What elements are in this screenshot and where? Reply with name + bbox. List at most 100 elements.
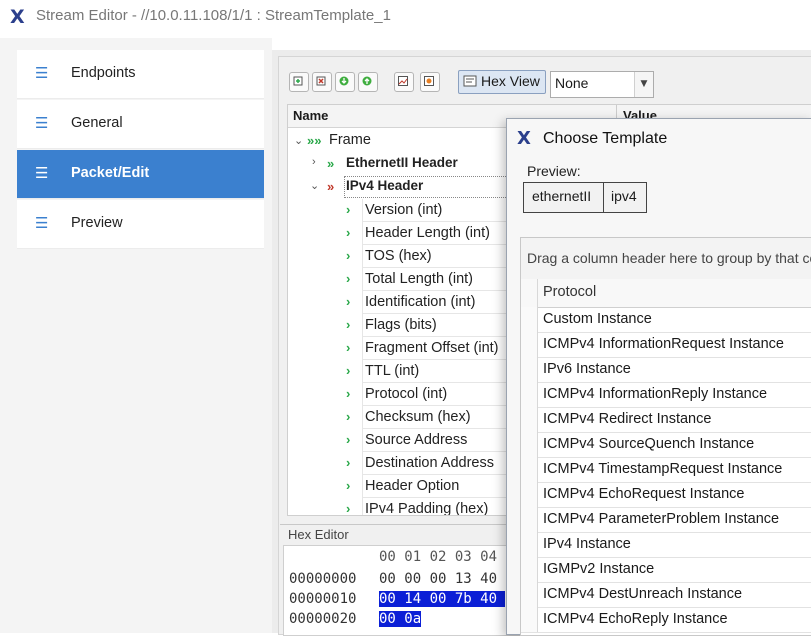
- template-row[interactable]: ICMPv4 EchoRequest Instance: [521, 482, 811, 508]
- move-up-icon[interactable]: [358, 72, 378, 92]
- field-arrow-icon: ›: [346, 271, 351, 286]
- column-protocol: Protocol: [543, 284, 597, 300]
- menu-lines-icon: ☰: [35, 164, 49, 182]
- template-row-label: ICMPv4 InformationRequest Instance: [543, 336, 784, 352]
- tree-row-label: Header Length (int): [365, 225, 490, 241]
- hex-bytes-selected[interactable]: 00 14 00 7b 40: [379, 591, 506, 607]
- app-logo-icon: X: [10, 6, 25, 28]
- template-row[interactable]: ICMPv4 InformationReply Instance: [521, 382, 811, 408]
- row-indicator: [521, 482, 538, 507]
- tree-row-label: Checksum (hex): [365, 409, 471, 425]
- tree-row-label: Total Length (int): [365, 271, 474, 287]
- tree-row-label: Version (int): [365, 202, 443, 218]
- column-name[interactable]: Name: [293, 108, 328, 123]
- template-row[interactable]: ICMPv4 Redirect Instance: [521, 407, 811, 433]
- delete-header-icon[interactable]: [312, 72, 332, 92]
- template-grid: Drag a column header here to group by th…: [520, 237, 811, 636]
- hex-view-toggle[interactable]: Hex View: [458, 70, 546, 94]
- template-row[interactable]: Custom Instance: [521, 307, 811, 333]
- row-indicator: [521, 432, 538, 457]
- row-indicator: [521, 332, 538, 357]
- chevron-right-icon[interactable]: ›: [312, 156, 316, 168]
- group-panel[interactable]: Drag a column header here to group by th…: [521, 238, 811, 280]
- preview-chip-label: ethernetII: [532, 188, 592, 204]
- row-indicator: [521, 382, 538, 407]
- tree-row-label: Identification (int): [365, 294, 476, 310]
- frame-arrow-icon: »»: [307, 133, 322, 148]
- template-filter-select[interactable]: None ▼: [550, 71, 654, 98]
- chevron-down-icon[interactable]: ▼: [634, 72, 653, 97]
- hex-offset: 00000000: [289, 571, 357, 587]
- chart-icon[interactable]: [394, 72, 414, 92]
- chevron-down-icon[interactable]: ⌄: [294, 134, 303, 147]
- field-arrow-icon: ›: [346, 478, 351, 493]
- settings-icon[interactable]: [420, 72, 440, 92]
- template-row-label: ICMPv4 ParameterProblem Instance: [543, 511, 780, 527]
- row-indicator: [521, 557, 538, 582]
- template-row[interactable]: ICMPv4 TimestampRequest Instance: [521, 457, 811, 483]
- tree-row-label: TOS (hex): [365, 248, 432, 264]
- template-row[interactable]: IGMPv2 Instance: [521, 557, 811, 583]
- tree-row-label: Destination Address: [365, 455, 494, 471]
- field-arrow-icon: ›: [346, 317, 351, 332]
- menu-lines-icon: ☰: [35, 64, 49, 82]
- row-indicator: [521, 357, 538, 382]
- template-row[interactable]: IPv4 Instance: [521, 532, 811, 558]
- tree-row-label: Frame: [329, 132, 371, 148]
- grid-column-header[interactable]: Protocol: [521, 279, 811, 308]
- template-row-label: ICMPv4 SourceQuench Instance: [543, 436, 755, 452]
- select-value: None: [555, 75, 589, 91]
- tree-row-label: IPv4 Padding (hex): [365, 501, 489, 516]
- tree-row-label: Flags (bits): [365, 317, 437, 333]
- template-row[interactable]: ICMPv4 InformationRequest Instance: [521, 332, 811, 358]
- template-row[interactable]: ICMPv4 DestUnreach Instance: [521, 582, 811, 608]
- sidebar-item-packet-edit[interactable]: ☰ Packet/Edit: [17, 150, 264, 199]
- hex-column-header: 00 01 02 03 04: [379, 549, 498, 565]
- template-row[interactable]: ICMPv4 ParameterProblem Instance: [521, 507, 811, 533]
- template-row[interactable]: IPv6 Instance: [521, 357, 811, 383]
- preview-chip: ethernetII: [523, 182, 605, 213]
- template-row-label: IPv4 Instance: [543, 536, 631, 552]
- row-indicator: [521, 532, 538, 557]
- preview-chip-label: ipv4: [611, 188, 637, 204]
- template-row[interactable]: ICMPv4 SourceQuench Instance: [521, 432, 811, 458]
- template-row[interactable]: ICMPv4 EchoReply Instance: [521, 607, 811, 633]
- choose-template-dialog: X Choose Template Preview: ethernetII ip…: [506, 118, 811, 636]
- move-down-icon[interactable]: [335, 72, 355, 92]
- sidebar-item-general[interactable]: ☰ General: [17, 100, 264, 149]
- hex-view-icon: [463, 75, 477, 87]
- field-arrow-icon: ›: [346, 501, 351, 516]
- tree-row-label: Fragment Offset (int): [365, 340, 499, 356]
- template-row-label: ICMPv4 Redirect Instance: [543, 411, 712, 427]
- field-arrow-icon: ›: [346, 386, 351, 401]
- sidebar-item-endpoints[interactable]: ☰ Endpoints: [17, 50, 264, 99]
- window-title: Stream Editor - //10.0.11.108/1/1 : Stre…: [36, 7, 391, 24]
- tree-row-label: EthernetII Header: [346, 155, 458, 170]
- field-arrow-icon: ›: [346, 340, 351, 355]
- hex-bytes[interactable]: 00 00 00 13 40: [379, 571, 497, 587]
- field-arrow-icon: ›: [346, 294, 351, 309]
- template-row-label: ICMPv4 InformationReply Instance: [543, 386, 768, 402]
- tree-row-label: TTL (int): [365, 363, 420, 379]
- app-logo-icon: X: [517, 128, 531, 149]
- template-row-label: ICMPv4 DestUnreach Instance: [543, 586, 743, 602]
- sidebar-item-preview[interactable]: ☰ Preview: [17, 200, 264, 249]
- hex-view-label: Hex View: [481, 73, 540, 89]
- field-arrow-icon: ›: [346, 248, 351, 263]
- menu-lines-icon: ☰: [35, 114, 49, 132]
- row-indicator: [521, 607, 538, 632]
- template-row-label: IPv6 Instance: [543, 361, 631, 377]
- sidebar-item-label: Preview: [71, 215, 123, 231]
- row-indicator: [521, 507, 538, 532]
- field-arrow-icon: ›: [346, 432, 351, 447]
- dialog-title: Choose Template: [543, 130, 668, 147]
- hex-offset: 00000010: [289, 591, 357, 607]
- field-arrow-icon: ›: [346, 409, 351, 424]
- field-arrow-icon: ›: [346, 455, 351, 470]
- tree-row-label: IPv4 Header: [346, 178, 424, 193]
- template-row-label: ICMPv4 EchoReply Instance: [543, 611, 728, 627]
- hex-bytes-selected[interactable]: 00 0a: [379, 611, 422, 627]
- add-header-icon[interactable]: [289, 72, 309, 92]
- chevron-down-icon[interactable]: ⌄: [310, 179, 319, 192]
- hex-editor-title: Hex Editor: [288, 527, 349, 542]
